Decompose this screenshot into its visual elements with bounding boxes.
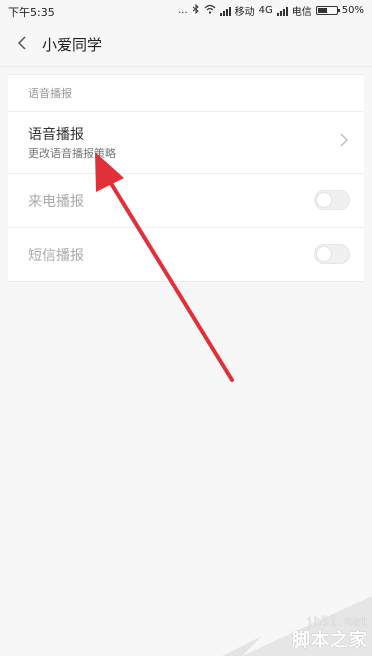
carrier-telecom: 电信	[291, 7, 312, 18]
battery-percent: 50%	[341, 5, 364, 16]
app-header: 小爱同学	[0, 22, 372, 67]
sms-toggle[interactable]	[314, 244, 350, 264]
row-title: 来电播报	[28, 194, 84, 210]
bluetooth-icon	[192, 3, 200, 17]
section-label: 语音播报	[28, 87, 72, 100]
toggle-knob	[316, 192, 332, 208]
settings-card: 语音播报 语音播报 更改语音播报策略 来电播报 短信播报	[8, 74, 364, 282]
chevron-right-icon	[340, 133, 348, 147]
network-type: 4G	[258, 5, 273, 16]
row-subtitle: 更改语音播报策略	[28, 147, 116, 160]
sms-broadcast-row: 短信播报	[8, 227, 364, 281]
row-title: 短信播报	[28, 248, 84, 264]
watermark-name: 脚本之家	[292, 630, 368, 651]
status-bar: 下午5:35 ... 移动 4G 电信 50%	[0, 0, 372, 22]
incoming-call-broadcast-row: 来电播报	[8, 173, 364, 227]
incoming-call-toggle[interactable]	[314, 190, 350, 210]
battery-icon	[315, 6, 340, 15]
signal-icon	[219, 6, 231, 16]
more-dots: ...	[178, 5, 188, 16]
row-title: 语音播报	[28, 127, 84, 143]
chevron-left-icon	[17, 36, 26, 50]
back-button[interactable]	[14, 34, 32, 52]
status-indicators: ... 移动 4G 电信 50%	[178, 3, 364, 18]
status-time: 下午5:35	[8, 6, 55, 19]
carrier-mobile: 移动	[234, 7, 255, 18]
wifi-icon	[204, 4, 216, 17]
toggle-knob	[316, 246, 332, 262]
signal-icon-2	[276, 6, 288, 16]
page-title: 小爱同学	[42, 36, 103, 54]
voice-broadcast-row[interactable]: 语音播报 更改语音播报策略	[8, 111, 364, 173]
